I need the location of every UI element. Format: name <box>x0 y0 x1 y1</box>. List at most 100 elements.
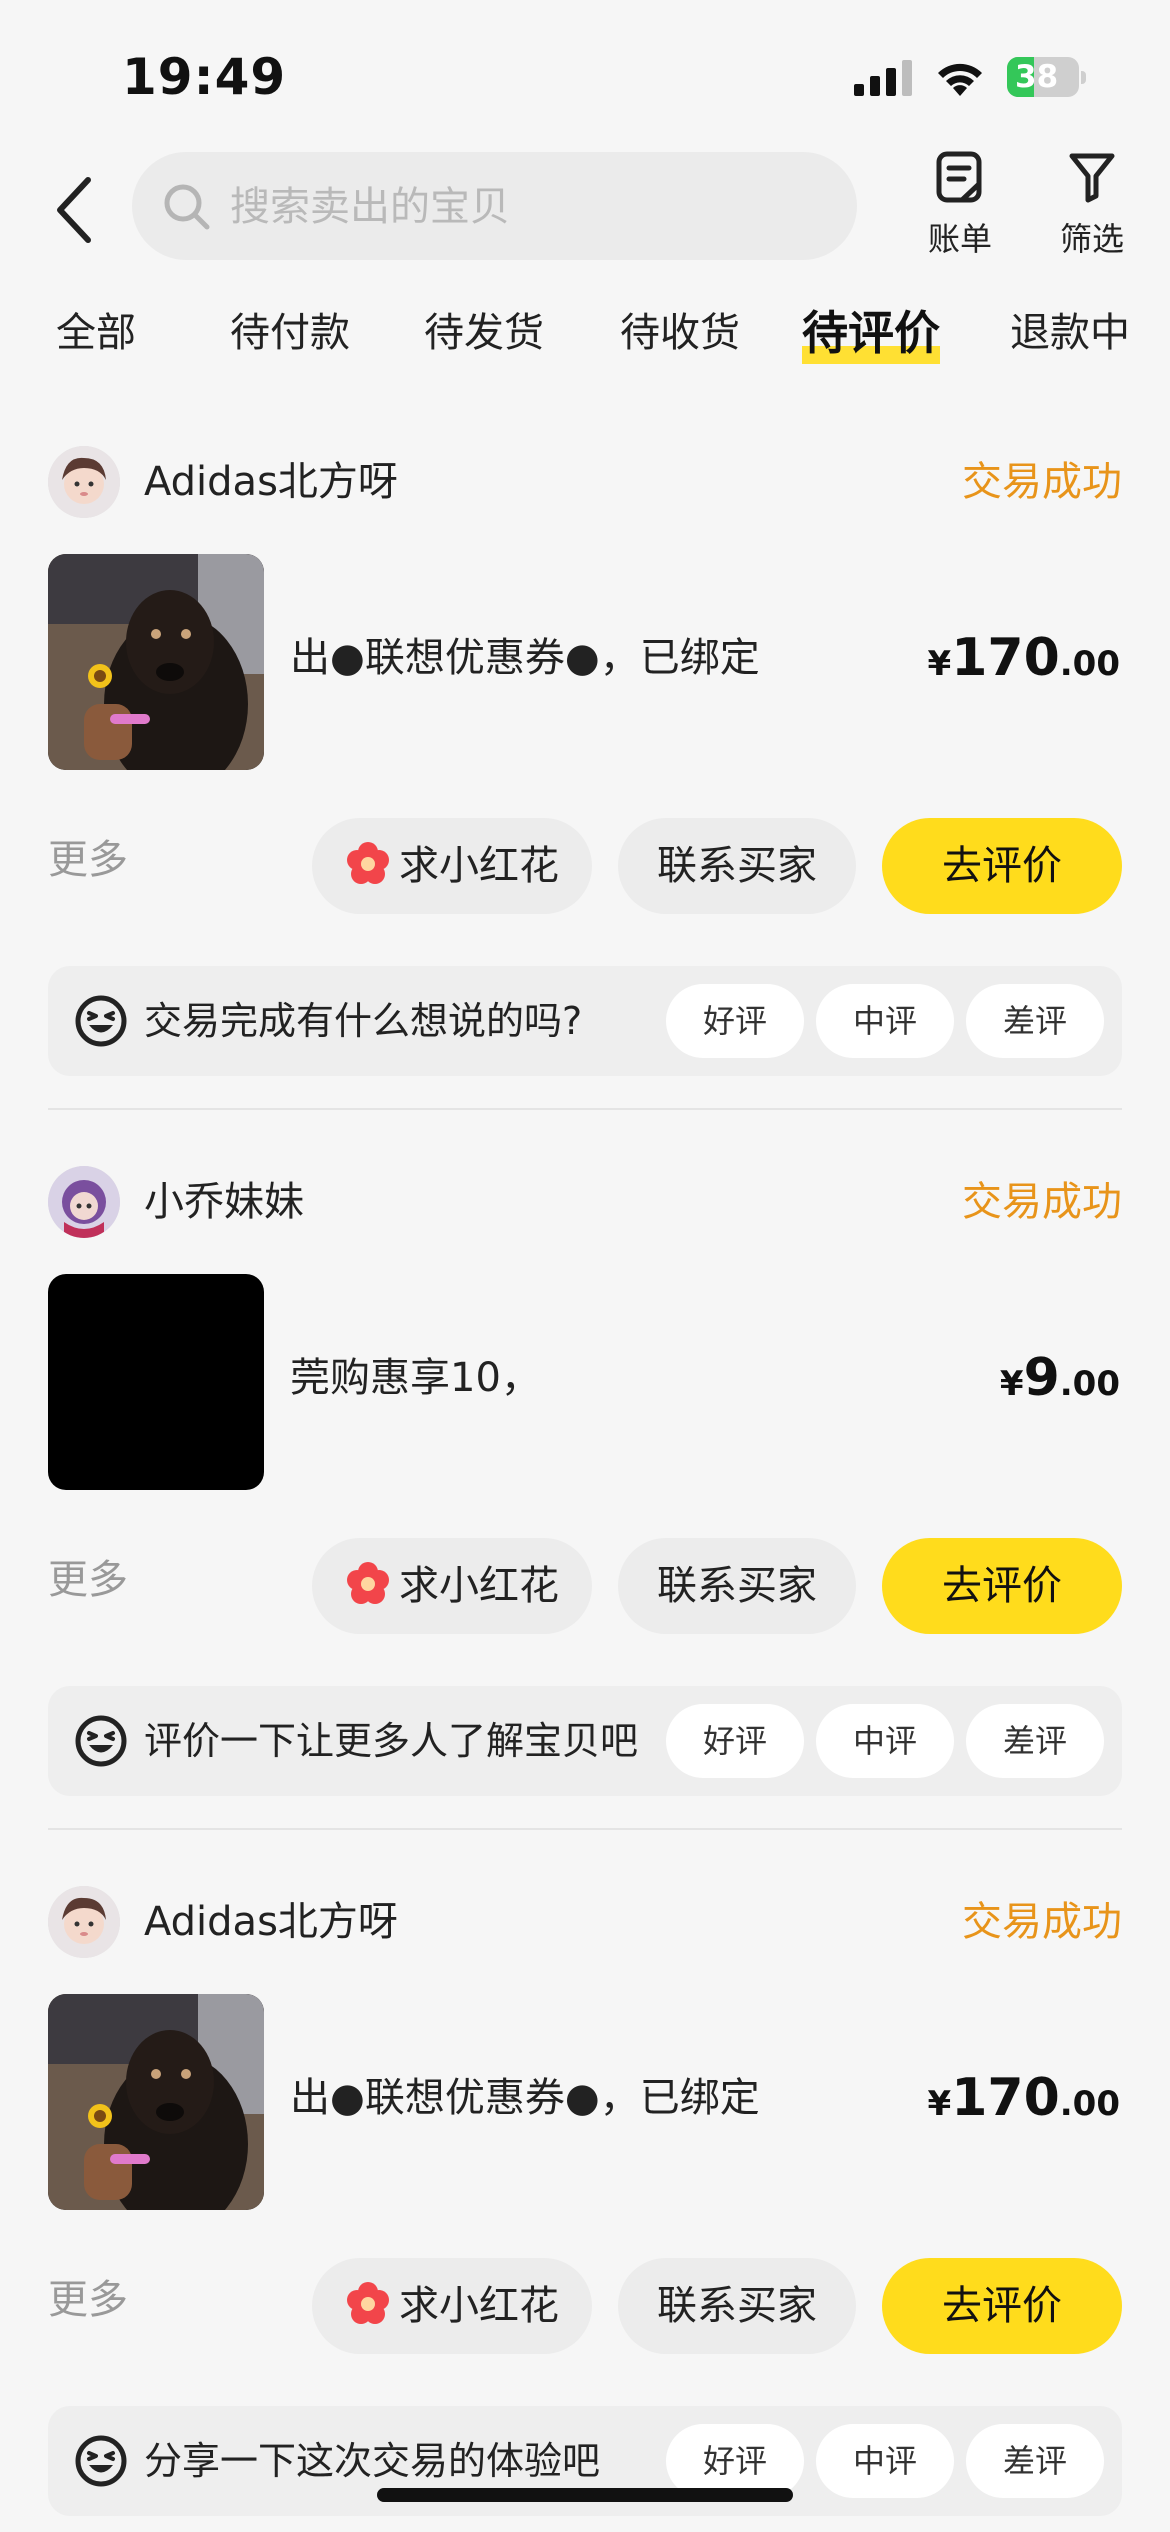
feedback-prompt: 分享一下这次交易的体验吧 <box>144 2439 601 2483</box>
avatar[interactable] <box>48 446 120 518</box>
request-flower-label: 求小红花 <box>399 2283 559 2329</box>
seller-name[interactable]: Adidas北方呀 <box>144 454 398 510</box>
search-icon <box>164 184 210 230</box>
bill-button[interactable]: 账单 <box>910 150 1010 270</box>
price-symbol: ¥ <box>927 644 952 684</box>
rate-bad-button[interactable]: 差评 <box>966 984 1104 1058</box>
order-status: 交易成功 <box>962 459 1122 505</box>
divider <box>48 1108 1122 1110</box>
tab-label: 待收货 <box>620 310 740 356</box>
rate-neutral-button[interactable]: 中评 <box>816 1704 954 1778</box>
bill-label: 账单 <box>927 220 992 258</box>
tab-pending-receipt[interactable]: 待收货 <box>620 300 740 370</box>
flower-icon <box>347 1562 389 1604</box>
flower-icon <box>347 842 389 884</box>
grin-icon <box>75 995 127 1047</box>
seller-name[interactable]: 小乔妹妹 <box>144 1174 304 1230</box>
price: ¥170.00 <box>928 626 1120 702</box>
cellular-signal-icon <box>854 60 912 96</box>
battery-cap <box>1081 71 1086 84</box>
divider <box>48 1828 1122 1830</box>
rate-good-button[interactable]: 好评 <box>666 984 804 1058</box>
price-decimal: .00 <box>1059 2084 1120 2124</box>
battery-body: 38 <box>1007 57 1079 97</box>
grin-icon <box>75 2435 127 2487</box>
price-integer: 170 <box>951 628 1060 688</box>
more-button[interactable]: 更多 <box>48 832 128 888</box>
tab-all[interactable]: 全部 <box>56 300 136 370</box>
quick-feedback-bar: 交易完成有什么想说的吗? 好评 中评 差评 <box>48 966 1122 1076</box>
tab-pending-payment[interactable]: 待付款 <box>230 300 350 370</box>
request-flower-label: 求小红花 <box>399 1563 559 1609</box>
request-flower-button[interactable]: 求小红花 <box>312 818 592 914</box>
product-title[interactable]: 出●联想优惠券●，已绑定 <box>290 2070 760 2126</box>
price-decimal: .00 <box>1059 1364 1120 1404</box>
product-thumbnail[interactable] <box>48 1274 264 1490</box>
flower-icon <box>347 2282 389 2324</box>
rate-neutral-button[interactable]: 中评 <box>816 984 954 1058</box>
tab-pending-shipment[interactable]: 待发货 <box>424 300 544 370</box>
product-thumbnail[interactable] <box>48 1994 264 2210</box>
order-tabs: 全部 待付款 待发货 待收货 待评价 退款中 <box>0 300 1170 370</box>
tab-refunding[interactable]: 退款中 <box>1010 300 1130 370</box>
order-card: 小乔妹妹 交易成功 莞购惠享10， ¥9.00 更多 求小红花 联系买家 去评价… <box>0 1166 1170 1826</box>
feedback-prompt: 评价一下让更多人了解宝贝吧 <box>144 1719 639 1763</box>
order-card: Adidas北方呀 交易成功 出●联想优惠券●，已绑定 ¥170.00 更多 求… <box>0 1886 1170 2532</box>
battery-indicator: 38 <box>1007 57 1087 99</box>
status-bar: 19:49 38 <box>0 0 1170 140</box>
more-button[interactable]: 更多 <box>48 1552 128 1608</box>
tab-label: 待发货 <box>424 310 544 356</box>
rate-neutral-button[interactable]: 中评 <box>816 2424 954 2498</box>
order-status: 交易成功 <box>962 1899 1122 1945</box>
feedback-prompt: 交易完成有什么想说的吗? <box>144 999 583 1043</box>
request-flower-label: 求小红花 <box>399 843 559 889</box>
price-symbol: ¥ <box>927 2084 952 2124</box>
rate-bad-button[interactable]: 差评 <box>966 1704 1104 1778</box>
price-integer: 170 <box>951 2068 1060 2128</box>
avatar[interactable] <box>48 1886 120 1958</box>
filter-label: 筛选 <box>1059 220 1124 258</box>
rate-good-button[interactable]: 好评 <box>666 1704 804 1778</box>
quick-feedback-bar: 评价一下让更多人了解宝贝吧 好评 中评 差评 <box>48 1686 1122 1796</box>
status-time: 19:49 <box>122 48 287 106</box>
product-title[interactable]: 莞购惠享10， <box>290 1350 541 1406</box>
filter-icon <box>1069 153 1115 203</box>
search-input[interactable] <box>228 176 832 238</box>
price: ¥170.00 <box>928 2066 1120 2142</box>
filter-button[interactable]: 筛选 <box>1042 150 1142 270</box>
tab-label: 待付款 <box>230 310 350 356</box>
rate-bad-button[interactable]: 差评 <box>966 2424 1104 2498</box>
price-integer: 9 <box>1023 1348 1060 1408</box>
sold-orders-page: 19:49 38 搜索卖出的宝贝 账单 筛选 全部 待付款 待发货 待收货 待评… <box>0 0 1170 2532</box>
contact-buyer-button[interactable]: 联系买家 <box>618 1538 856 1634</box>
product-thumbnail[interactable] <box>48 554 264 770</box>
tab-pending-review[interactable]: 待评价 <box>802 300 940 370</box>
price-decimal: .00 <box>1059 644 1120 684</box>
home-indicator[interactable] <box>377 2488 793 2502</box>
battery-level: 38 <box>1015 59 1059 95</box>
write-review-button[interactable]: 去评价 <box>882 1538 1122 1634</box>
product-title[interactable]: 出●联想优惠券●，已绑定 <box>290 630 760 686</box>
order-status: 交易成功 <box>962 1179 1122 1225</box>
rate-good-button[interactable]: 好评 <box>666 2424 804 2498</box>
write-review-button[interactable]: 去评价 <box>882 2258 1122 2354</box>
request-flower-button[interactable]: 求小红花 <box>312 2258 592 2354</box>
price-symbol: ¥ <box>999 1364 1024 1404</box>
tab-label: 待评价 <box>802 306 940 360</box>
tab-label: 退款中 <box>1010 310 1130 356</box>
contact-buyer-button[interactable]: 联系买家 <box>618 818 856 914</box>
bill-icon <box>936 151 982 203</box>
more-button[interactable]: 更多 <box>48 2272 128 2328</box>
search-bar[interactable] <box>132 152 857 260</box>
seller-name[interactable]: Adidas北方呀 <box>144 1894 398 1950</box>
request-flower-button[interactable]: 求小红花 <box>312 1538 592 1634</box>
avatar[interactable] <box>48 1166 120 1238</box>
contact-buyer-button[interactable]: 联系买家 <box>618 2258 856 2354</box>
order-card: Adidas北方呀 交易成功 出●联想优惠券●，已绑定 ¥170.00 更多 求… <box>0 446 1170 1106</box>
grin-icon <box>75 1715 127 1767</box>
price: ¥9.00 <box>1000 1346 1120 1422</box>
wifi-icon <box>938 63 982 96</box>
back-icon[interactable] <box>46 170 106 250</box>
write-review-button[interactable]: 去评价 <box>882 818 1122 914</box>
tab-label: 全部 <box>56 310 136 356</box>
